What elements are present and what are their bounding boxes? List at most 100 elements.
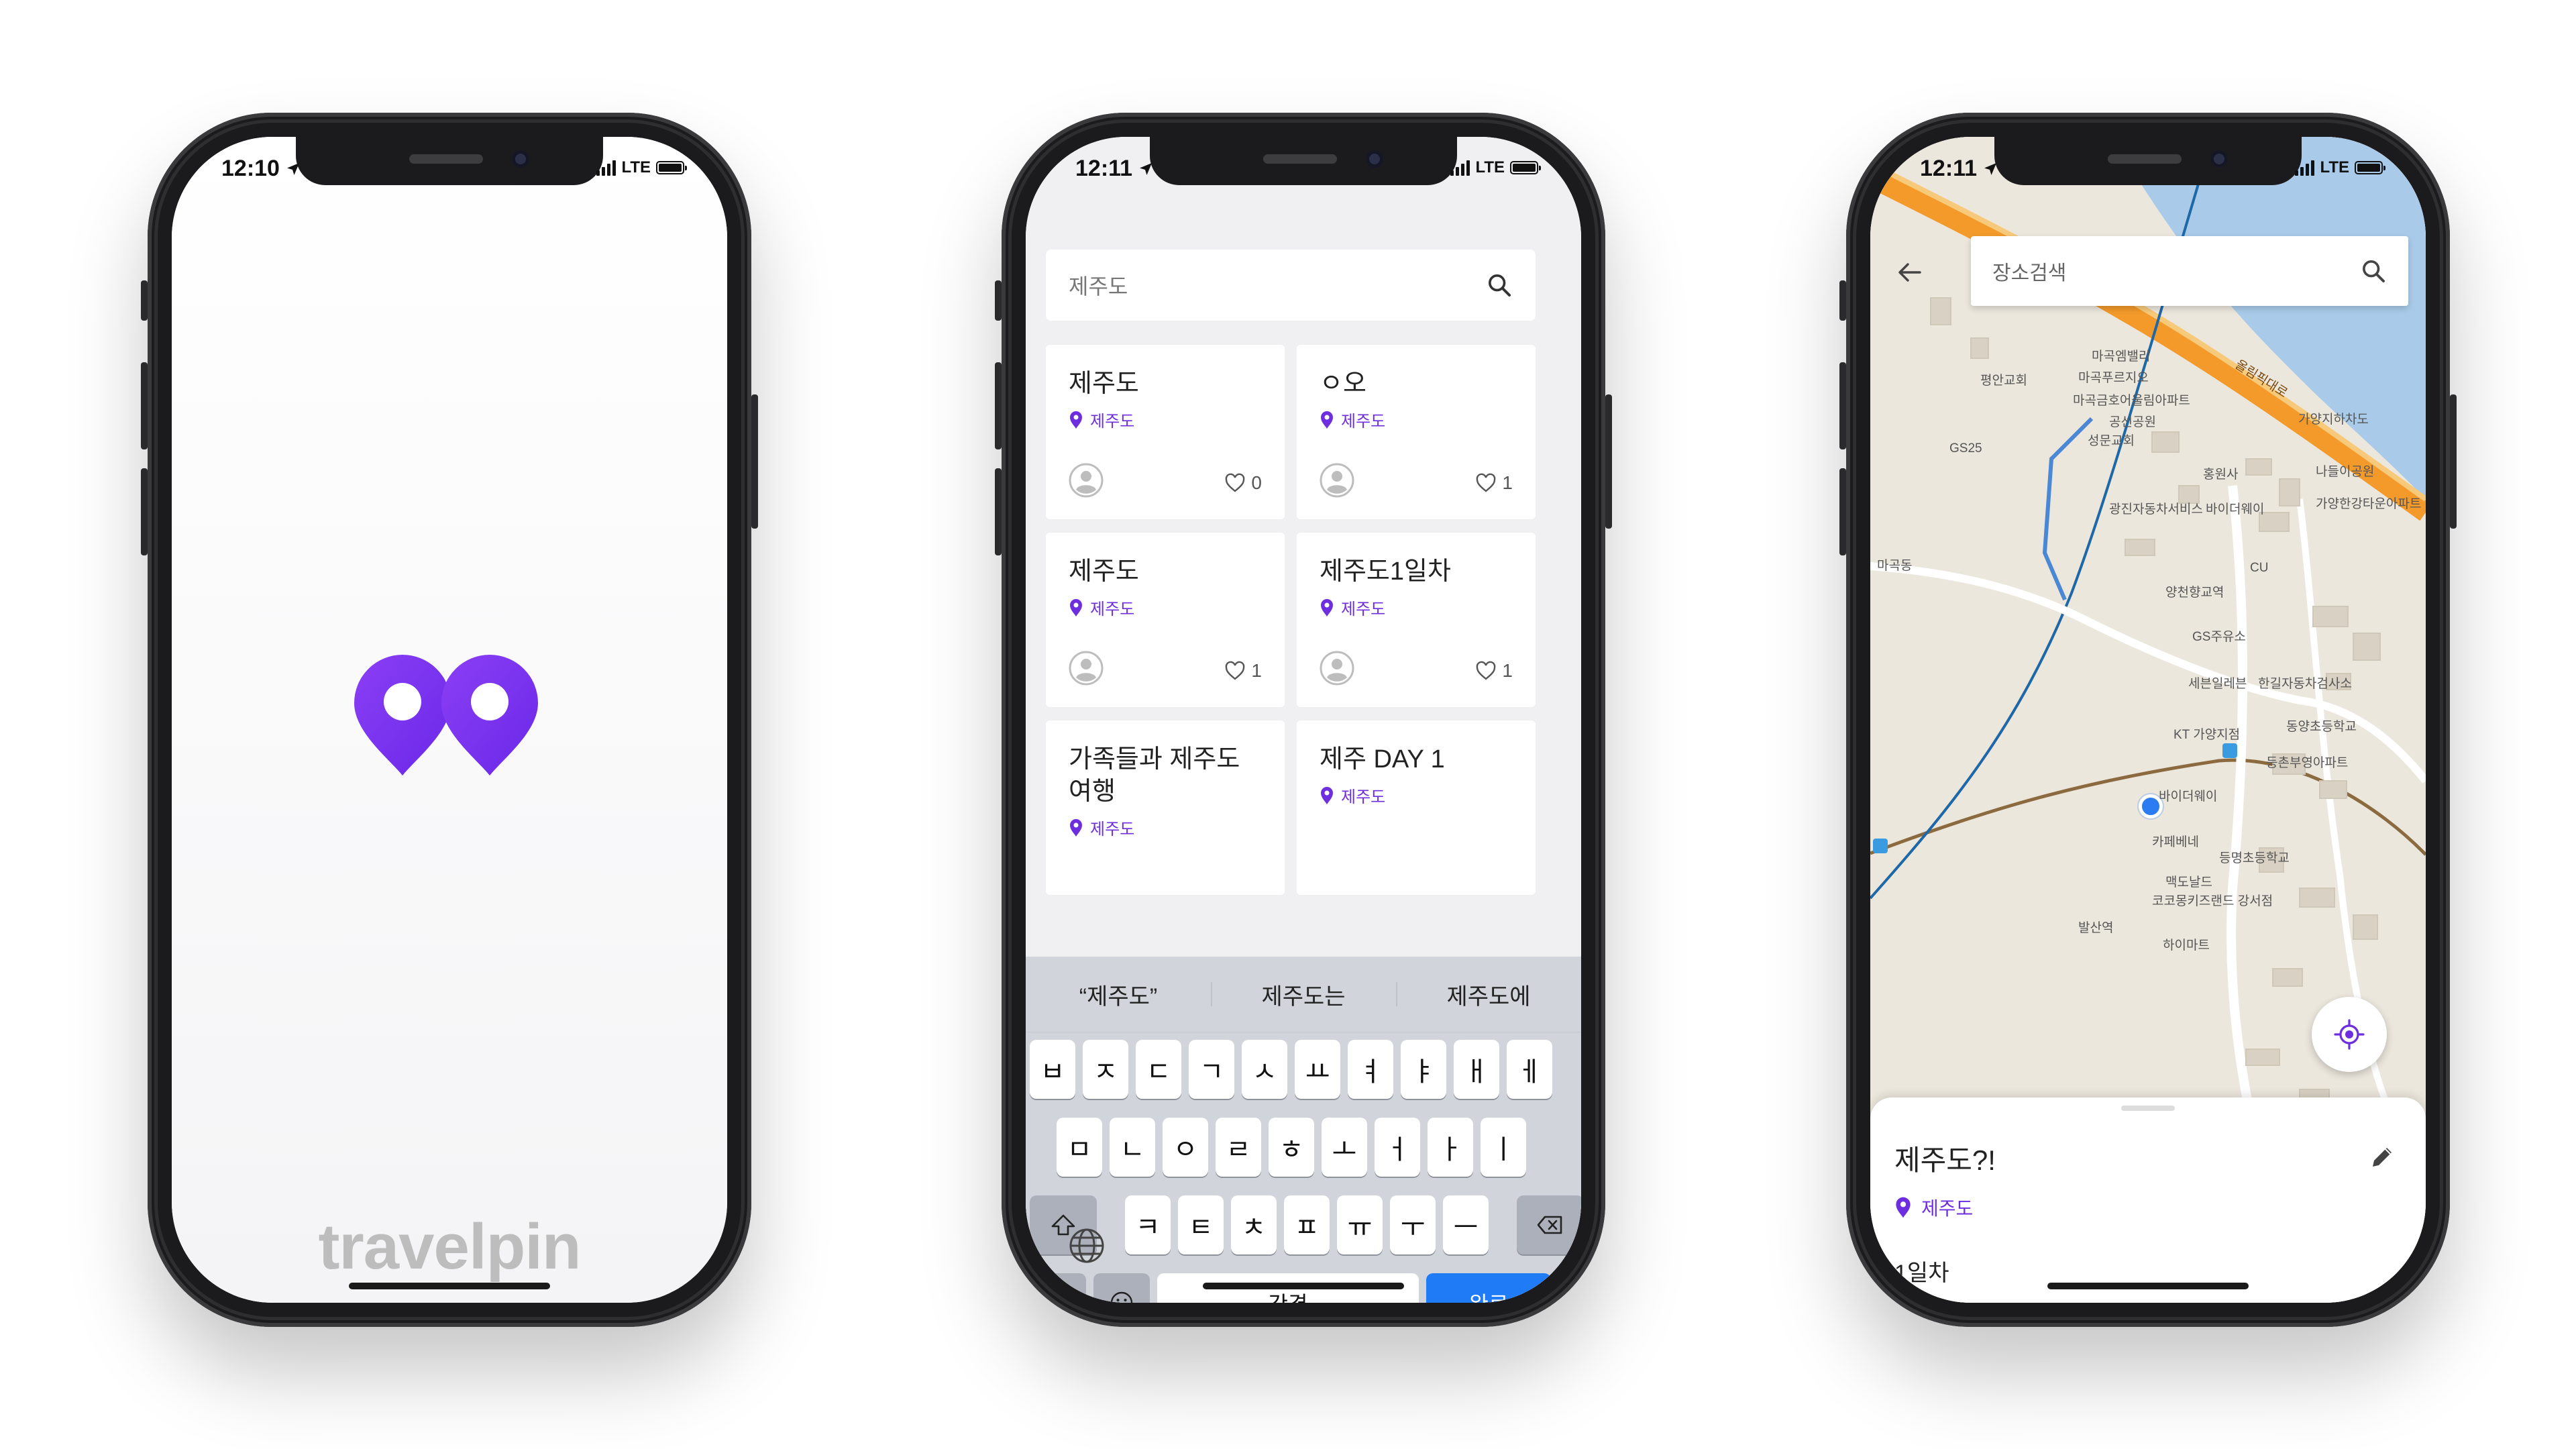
crosshair-icon: [2334, 1019, 2365, 1050]
heart-icon[interactable]: [1224, 473, 1246, 493]
location-pin-icon: [1321, 786, 1333, 804]
status-time: 12:10: [221, 156, 280, 181]
key[interactable]: ㅣ: [1481, 1118, 1526, 1177]
key[interactable]: ㅠ: [1337, 1195, 1383, 1254]
key[interactable]: ㅗ: [1322, 1118, 1367, 1177]
key[interactable]: ㅐ: [1454, 1040, 1499, 1099]
backspace-key[interactable]: [1517, 1195, 1581, 1254]
backspace-icon: [1537, 1216, 1562, 1234]
map-label: 하이마트: [2163, 938, 2210, 953]
key[interactable]: ㅇ: [1163, 1118, 1208, 1177]
volume-down-button: [995, 468, 1002, 555]
key[interactable]: ㅈ: [1083, 1040, 1128, 1099]
travelpin-logo-icon: [354, 655, 538, 775]
sheet-handle[interactable]: [2121, 1106, 2175, 1111]
search-icon[interactable]: [2360, 258, 2387, 284]
place-search-placeholder: 장소검색: [1992, 262, 2067, 284]
key[interactable]: ㅅ: [1242, 1040, 1287, 1099]
back-arrow-icon[interactable]: [1892, 255, 1927, 290]
pencil-icon[interactable]: [2367, 1142, 2398, 1173]
key[interactable]: ㅁ: [1057, 1118, 1102, 1177]
trip-card[interactable]: 제주 DAY 1 제주도: [1297, 720, 1536, 895]
numbers-key[interactable]: 123: [1030, 1273, 1086, 1303]
key[interactable]: ㅌ: [1178, 1195, 1224, 1254]
key[interactable]: ㅍ: [1284, 1195, 1330, 1254]
power-button: [1605, 394, 1612, 529]
home-indicator[interactable]: [349, 1283, 550, 1289]
key[interactable]: ㅎ: [1269, 1118, 1314, 1177]
screen: 12:11 LTE 마곡엠밸리 마곡푸르지오 마곡금호어울림아파트 평안교회 공…: [1870, 137, 2426, 1303]
emoji-key[interactable]: [1093, 1273, 1150, 1303]
map-label: 마곡동: [1877, 559, 1913, 573]
heart-icon[interactable]: [1475, 661, 1497, 681]
map-label: 한길자동차검사소: [2258, 677, 2352, 691]
card-title: 제주도1일차: [1320, 557, 1451, 586]
signal-icon: [596, 160, 616, 176]
my-location-button[interactable]: [2312, 997, 2387, 1072]
key[interactable]: ㅊ: [1231, 1195, 1277, 1254]
suggestion-1[interactable]: “제주도”: [1026, 978, 1211, 1011]
key[interactable]: ㄹ: [1216, 1118, 1261, 1177]
like-count: 1: [1502, 472, 1513, 493]
volume-down-button: [1839, 468, 1846, 555]
status-bar: 12:10 LTE: [172, 156, 727, 189]
emoji-icon: [1110, 1291, 1133, 1303]
done-key[interactable]: 완료: [1426, 1273, 1551, 1303]
card-title: 제주도: [1069, 557, 1139, 586]
key[interactable]: ㄴ: [1110, 1118, 1155, 1177]
trip-card[interactable]: ㅇ오 제주도 1: [1297, 345, 1536, 519]
search-icon[interactable]: [1486, 272, 1513, 299]
heart-icon[interactable]: [1475, 473, 1497, 493]
location-pin-icon: [1070, 411, 1082, 429]
search-results-screen: 제주도 제주도 제주도 0 ㅇ오 제주도 1 제주도 제주도 1 제주도1일차 …: [1026, 137, 1581, 1303]
map-label: 가양지하차도: [2298, 413, 2369, 427]
signal-icon: [2295, 160, 2315, 176]
key[interactable]: ㅋ: [1125, 1195, 1171, 1254]
like-count: 0: [1251, 472, 1262, 493]
map-label: 광진자동차서비스: [2109, 502, 2203, 517]
key[interactable]: ㄱ: [1189, 1040, 1234, 1099]
key[interactable]: ㅂ: [1030, 1040, 1075, 1099]
map-label: 바이더웨이: [2206, 502, 2265, 517]
key[interactable]: ㅏ: [1428, 1118, 1473, 1177]
key[interactable]: ㅕ: [1348, 1040, 1393, 1099]
card-title: 제주 DAY 1: [1320, 745, 1445, 773]
map-label: CU: [2250, 561, 2269, 575]
phone-search: 12:11 LTE 제주도 제주도 제주도 0 ㅇ오 제주도 1 제주도 제주도…: [995, 113, 1612, 1327]
globe-icon[interactable]: [1066, 1225, 1108, 1267]
trip-card[interactable]: 가족들과 제주도 여행 제주도: [1046, 720, 1285, 895]
mute-switch: [141, 280, 148, 321]
trip-day-label[interactable]: 1일차: [1894, 1254, 1949, 1287]
place-search-input[interactable]: 장소검색: [1971, 236, 2408, 306]
battery-icon: [2355, 161, 2385, 174]
signal-icon: [1450, 160, 1470, 176]
battery-icon: [1510, 161, 1541, 174]
trip-card[interactable]: 제주도 제주도 1: [1046, 533, 1285, 707]
trip-card[interactable]: 제주도 제주도 0: [1046, 345, 1285, 519]
key[interactable]: ㅓ: [1375, 1118, 1420, 1177]
home-indicator[interactable]: [1203, 1283, 1404, 1289]
search-input[interactable]: 제주도: [1046, 250, 1536, 321]
home-indicator[interactable]: [2047, 1283, 2249, 1289]
screen: 12:10 LTE travelpin: [172, 137, 727, 1303]
trip-detail-sheet[interactable]: 제주도?! 제주도 1일차: [1870, 1097, 2426, 1303]
map-label: 맥도날드: [2165, 875, 2212, 890]
map-label: 나들이공원: [2316, 465, 2375, 479]
key[interactable]: ㅜ: [1390, 1195, 1436, 1254]
avatar-icon: [1069, 463, 1104, 498]
trip-card[interactable]: 제주도1일차 제주도 1: [1297, 533, 1536, 707]
key[interactable]: ㅡ: [1443, 1195, 1489, 1254]
heart-icon[interactable]: [1224, 661, 1246, 681]
key[interactable]: ㄷ: [1136, 1040, 1181, 1099]
card-location: 제주도: [1090, 600, 1135, 619]
trip-location: 제주도: [1921, 1198, 1974, 1219]
phone-splash: 12:10 LTE travelpin: [141, 113, 758, 1327]
key[interactable]: ㅑ: [1401, 1040, 1446, 1099]
avatar-icon: [1069, 651, 1104, 686]
map-label: 공선공원: [2109, 415, 2156, 429]
suggestion-3[interactable]: 제주도에: [1396, 978, 1581, 1011]
card-title: ㅇ오: [1320, 370, 1366, 398]
key[interactable]: ㅔ: [1507, 1040, 1552, 1099]
suggestion-2[interactable]: 제주도는: [1211, 978, 1396, 1011]
key[interactable]: ㅛ: [1295, 1040, 1340, 1099]
